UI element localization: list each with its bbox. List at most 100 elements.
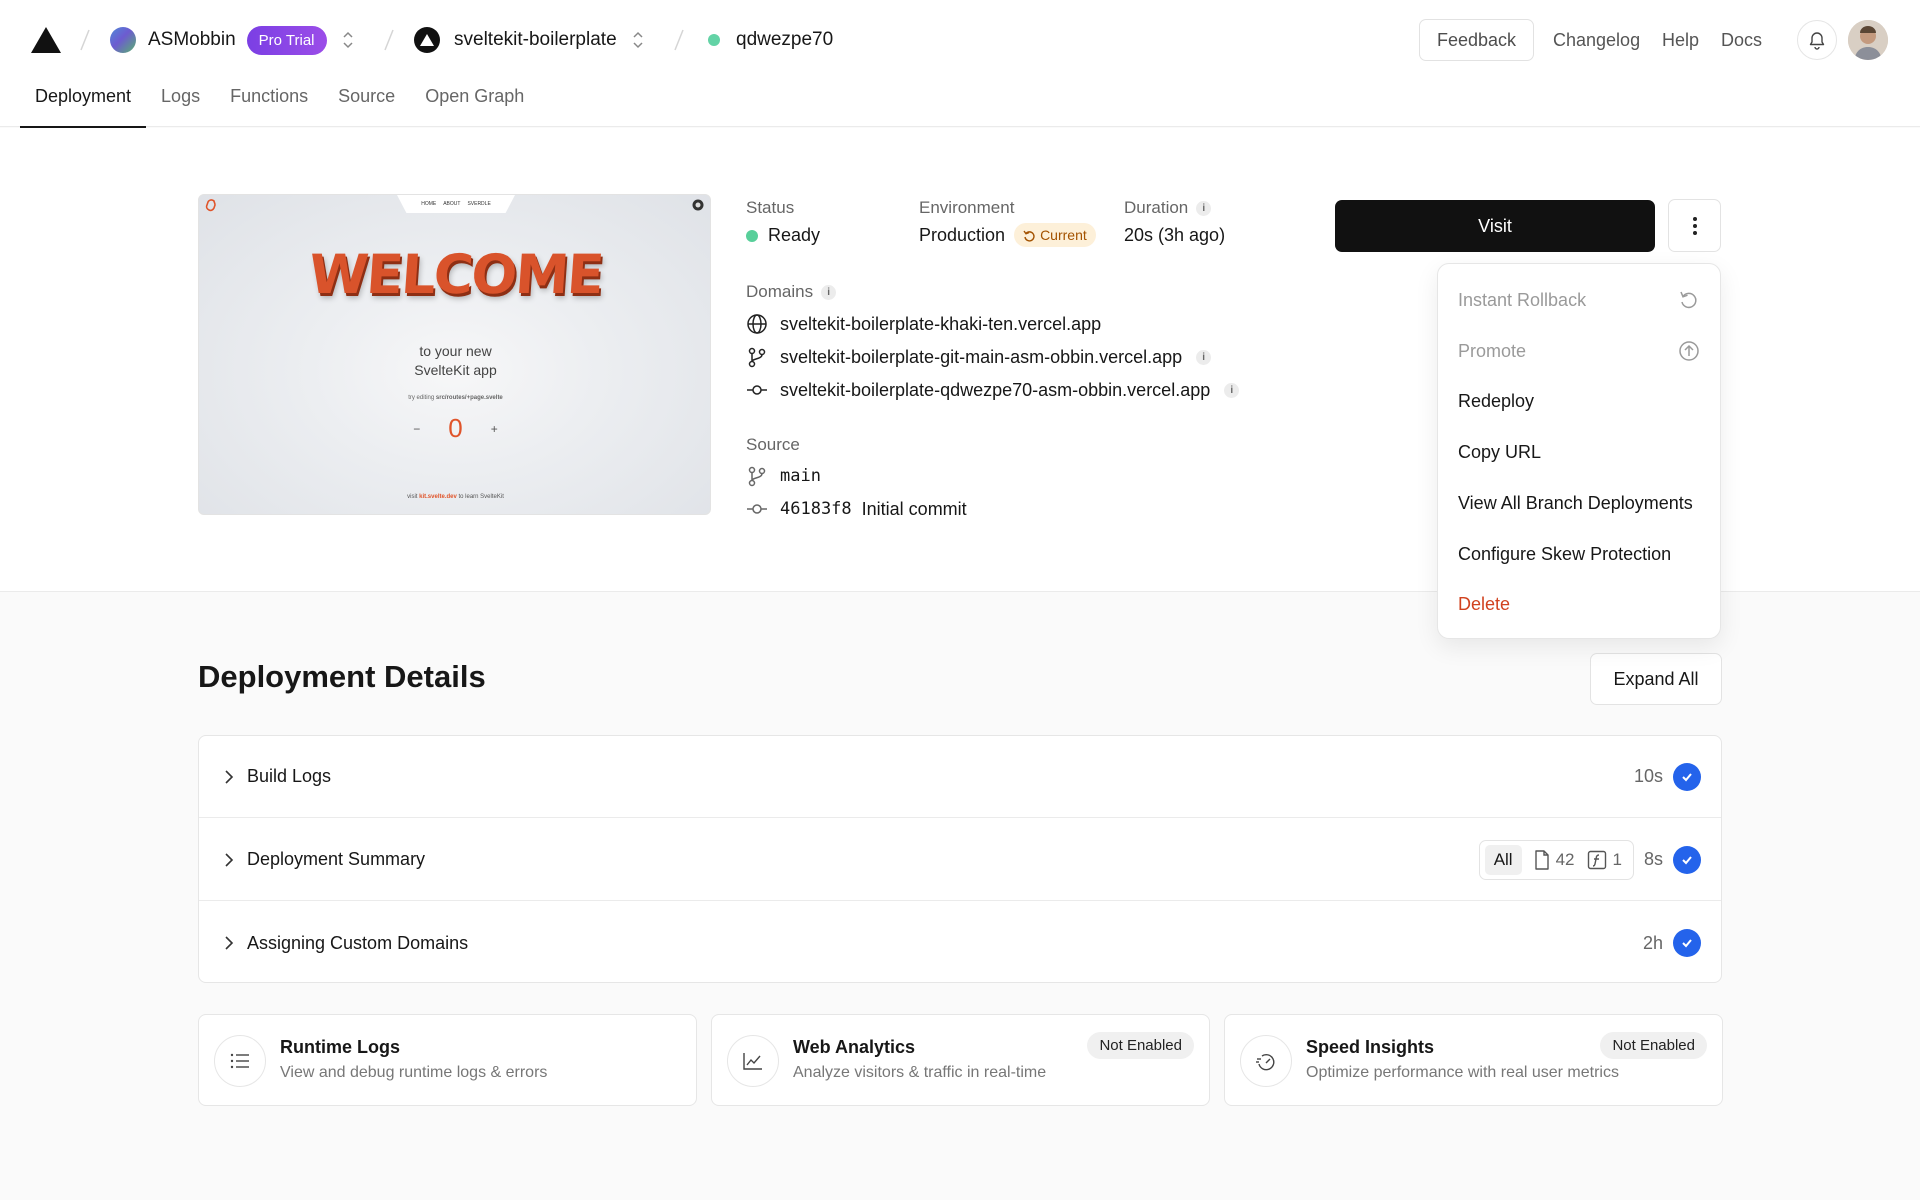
arrow-up-circle-icon xyxy=(1679,341,1699,361)
deployment-preview[interactable]: HOME ABOUT SVERDLE WELCOME to your new S… xyxy=(198,194,711,515)
accordion-meta: All 42 1 8s xyxy=(1478,839,1701,880)
tab-open-graph[interactable]: Open Graph xyxy=(410,86,539,127)
preview-counter: − 0 + xyxy=(199,413,710,444)
preview-counter-minus: − xyxy=(413,421,421,436)
line-chart-icon xyxy=(727,1035,779,1087)
speedometer-icon xyxy=(1240,1035,1292,1087)
card-description: View and debug runtime logs & errors xyxy=(280,1064,548,1081)
team-name: ASMobbin xyxy=(148,29,236,50)
preview-footer-link: kit.svelte.dev xyxy=(419,494,457,500)
project-switcher[interactable]: sveltekit-boilerplate xyxy=(414,22,645,58)
speed-insights-card[interactable]: Speed Insights Optimize performance with… xyxy=(1224,1014,1723,1106)
function-icon xyxy=(1587,850,1606,869)
info-icon[interactable]: i xyxy=(1196,349,1212,365)
tab-source[interactable]: Source xyxy=(323,86,410,127)
breadcrumb-separator xyxy=(80,29,90,51)
feedback-button[interactable]: Feedback xyxy=(1419,19,1534,61)
source-branch[interactable]: main xyxy=(746,465,821,487)
status-value: Ready xyxy=(746,225,820,246)
info-icon[interactable]: i xyxy=(1224,382,1240,398)
notifications-button[interactable] xyxy=(1797,20,1837,60)
preview-subtitle: to your new SvelteKit app xyxy=(199,342,710,380)
menu-item-label: Instant Rollback xyxy=(1458,289,1587,310)
chevron-right-icon xyxy=(225,852,234,867)
filter-static-files[interactable]: 42 xyxy=(1534,850,1575,870)
menu-item-view-branch-deployments[interactable]: View All Branch Deployments xyxy=(1458,488,1700,518)
svelte-logo-icon xyxy=(205,199,216,212)
more-actions-button[interactable] xyxy=(1668,199,1721,252)
branch-name[interactable]: main xyxy=(780,466,821,486)
preview-footer-prefix: visit xyxy=(407,494,418,500)
accordion-row-build-logs[interactable]: Build Logs 10s xyxy=(199,736,1721,818)
chevron-up-down-icon[interactable] xyxy=(631,29,645,51)
domain-row[interactable]: sveltekit-boilerplate-khaki-ten.vercel.a… xyxy=(746,313,1101,335)
git-branch-icon xyxy=(748,466,766,487)
tab-logs[interactable]: Logs xyxy=(146,86,215,127)
tab-bar: Deployment Logs Functions Source Open Gr… xyxy=(20,86,539,128)
domain-link[interactable]: sveltekit-boilerplate-qdwezpe70-asm-obbi… xyxy=(780,380,1210,401)
preview-nav-home: HOME xyxy=(421,201,437,207)
globe-icon xyxy=(747,314,767,334)
files-count: 42 xyxy=(1555,849,1575,869)
team-switcher[interactable]: ASMobbin Pro Trial xyxy=(110,22,355,58)
rollback-icon xyxy=(1680,291,1697,309)
changelog-link[interactable]: Changelog xyxy=(1553,30,1640,51)
accordion-meta: 2h xyxy=(1643,929,1701,957)
info-icon[interactable]: i xyxy=(1196,200,1212,216)
menu-item-label: Promote xyxy=(1458,340,1527,361)
preview-nav-about: ABOUT xyxy=(443,201,461,207)
user-avatar[interactable] xyxy=(1848,20,1888,60)
commit-message: Initial commit xyxy=(861,498,967,519)
environment-text: Production xyxy=(919,224,1006,245)
menu-item-delete[interactable]: Delete xyxy=(1458,589,1700,619)
preview-subtitle-line2: SvelteKit app xyxy=(414,362,497,378)
menu-item-redeploy[interactable]: Redeploy xyxy=(1458,386,1700,416)
chevron-right-icon xyxy=(225,936,234,950)
visit-button[interactable]: Visit xyxy=(1335,200,1655,252)
check-circle-icon xyxy=(1673,845,1701,874)
info-icon[interactable]: i xyxy=(821,284,837,300)
deployment-crumb[interactable]: qdwezpe70 xyxy=(708,22,833,58)
git-commit-icon xyxy=(747,504,767,514)
tab-deployment[interactable]: Deployment xyxy=(20,86,147,128)
menu-item-promote[interactable]: Promote xyxy=(1458,336,1700,366)
team-avatar xyxy=(110,27,136,53)
source-commit[interactable]: 46183f8 Initial commit xyxy=(746,498,967,520)
menu-item-label: Configure Skew Protection xyxy=(1458,543,1672,564)
accordion-row-custom-domains[interactable]: Assigning Custom Domains 2h xyxy=(199,902,1721,984)
expand-all-button[interactable]: Expand All xyxy=(1590,653,1722,705)
tab-functions[interactable]: Functions xyxy=(215,86,323,127)
output-filter: All 42 1 xyxy=(1478,839,1634,880)
git-commit-icon xyxy=(747,385,767,395)
menu-item-instant-rollback[interactable]: Instant Rollback xyxy=(1458,285,1700,315)
preview-counter-plus: + xyxy=(490,421,498,436)
domain-link[interactable]: sveltekit-boilerplate-git-main-asm-obbin… xyxy=(780,347,1182,368)
domain-link[interactable]: sveltekit-boilerplate-khaki-ten.vercel.a… xyxy=(780,314,1101,335)
help-link[interactable]: Help xyxy=(1662,30,1699,51)
web-analytics-card[interactable]: Web Analytics Analyze visitors & traffic… xyxy=(711,1014,1210,1106)
functions-count: 1 xyxy=(1612,849,1622,869)
menu-item-copy-url[interactable]: Copy URL xyxy=(1458,437,1700,467)
chevron-up-down-icon[interactable] xyxy=(341,29,355,51)
preview-headline: WELCOME xyxy=(306,243,605,306)
source-label: Source xyxy=(746,435,800,454)
commit-hash[interactable]: 46183f8 xyxy=(780,499,852,519)
menu-item-configure-skew-protection[interactable]: Configure Skew Protection xyxy=(1458,539,1700,569)
docs-link[interactable]: Docs xyxy=(1721,30,1762,51)
breadcrumb-separator xyxy=(674,29,684,51)
card-description: Analyze visitors & traffic in real-time xyxy=(793,1064,1047,1081)
menu-item-label: Copy URL xyxy=(1458,441,1542,462)
filter-all-button[interactable]: All xyxy=(1484,844,1522,875)
vercel-logo-icon[interactable] xyxy=(30,26,62,54)
domain-row[interactable]: sveltekit-boilerplate-qdwezpe70-asm-obbi… xyxy=(746,379,1240,401)
not-enabled-badge: Not Enabled xyxy=(1087,1032,1194,1059)
preview-nav: HOME ABOUT SVERDLE xyxy=(397,195,515,213)
runtime-logs-card[interactable]: Runtime Logs View and debug runtime logs… xyxy=(198,1014,697,1106)
filter-functions[interactable]: 1 xyxy=(1587,850,1622,870)
project-name: sveltekit-boilerplate xyxy=(454,29,617,50)
environment-value: Production Current xyxy=(919,223,1096,247)
domain-row[interactable]: sveltekit-boilerplate-git-main-asm-obbin… xyxy=(746,346,1212,368)
github-icon xyxy=(692,199,704,211)
deployment-details-accordion: Build Logs 10s Deployment Summary All 42… xyxy=(198,735,1722,983)
accordion-row-deployment-summary[interactable]: Deployment Summary All 42 1 8s xyxy=(199,819,1721,901)
